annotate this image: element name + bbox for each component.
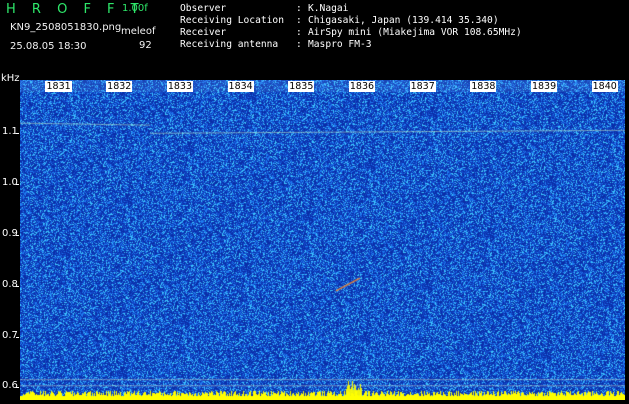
y-tick-mark bbox=[16, 133, 19, 135]
time-tick-label: 1840 bbox=[591, 81, 618, 92]
info-label: Receiver bbox=[180, 27, 227, 38]
y-tick-mark bbox=[16, 285, 19, 287]
y-tick-mark bbox=[16, 387, 19, 389]
info-row-observer: Observer: K.Nagai bbox=[180, 3, 522, 15]
info-separator: : bbox=[296, 15, 302, 26]
info-row-antenna: Receiving antenna: Maspro FM-3 bbox=[180, 39, 522, 51]
time-tick-label: 1832 bbox=[106, 81, 133, 92]
y-axis-unit: kHz bbox=[1, 73, 20, 84]
y-tick-label: 0.7 bbox=[2, 329, 18, 341]
y-tick-label: 0.6 bbox=[2, 380, 18, 392]
info-row-receiver: Receiver: AirSpy mini (Miakejima VOR 108.… bbox=[180, 27, 522, 39]
time-tick-label: 1831 bbox=[45, 81, 72, 92]
y-tick-mark bbox=[16, 184, 19, 186]
info-label: Receiving Location bbox=[180, 15, 284, 26]
info-row-location: Receiving Location: Chigasaki, Japan (139… bbox=[180, 15, 522, 27]
count-value: 92 bbox=[139, 40, 152, 51]
y-tick-label: 0.8 bbox=[2, 278, 18, 290]
info-separator: : bbox=[296, 39, 302, 50]
time-tick-label: 1836 bbox=[348, 81, 376, 92]
info-value: AirSpy mini (Miakejima VOR 108.65MHz) bbox=[308, 27, 522, 38]
spectrogram-canvas bbox=[20, 80, 625, 400]
meleo-label: meleof bbox=[121, 26, 156, 37]
info-value: Maspro FM-3 bbox=[308, 39, 372, 50]
station-info: Observer: K.Nagai Receiving Location: Chig… bbox=[180, 3, 522, 51]
datetime-label: 25.08.05 18:30 bbox=[10, 41, 87, 52]
info-separator: : bbox=[296, 27, 302, 38]
version-label: 1.00f bbox=[122, 3, 148, 14]
time-tick-label: 1833 bbox=[166, 81, 194, 92]
time-tick-label: 1835 bbox=[288, 81, 315, 92]
y-tick-mark bbox=[16, 336, 19, 338]
time-tick-label: 1838 bbox=[470, 81, 497, 92]
time-tick-label: 1837 bbox=[409, 81, 436, 92]
y-tick-label: 1.1 bbox=[2, 126, 18, 138]
y-tick-mark bbox=[16, 234, 19, 236]
info-separator: : bbox=[296, 3, 302, 14]
info-value: K.Nagai bbox=[308, 3, 349, 14]
time-tick-label: 1839 bbox=[530, 81, 558, 92]
info-label: Observer bbox=[180, 3, 227, 14]
filename-label: KN9_2508051830.png bbox=[10, 22, 122, 33]
spectrogram-plot: 1831 1832 1833 1834 1835 1836 1837 1838 … bbox=[20, 80, 625, 400]
info-value: Chigasaki, Japan (139.414 35.340) bbox=[308, 15, 499, 26]
time-tick-label: 1834 bbox=[227, 81, 254, 92]
y-tick-label: 1.0 bbox=[2, 177, 18, 189]
y-tick-label: 0.9 bbox=[2, 227, 18, 239]
info-label: Receiving antenna bbox=[180, 39, 279, 50]
